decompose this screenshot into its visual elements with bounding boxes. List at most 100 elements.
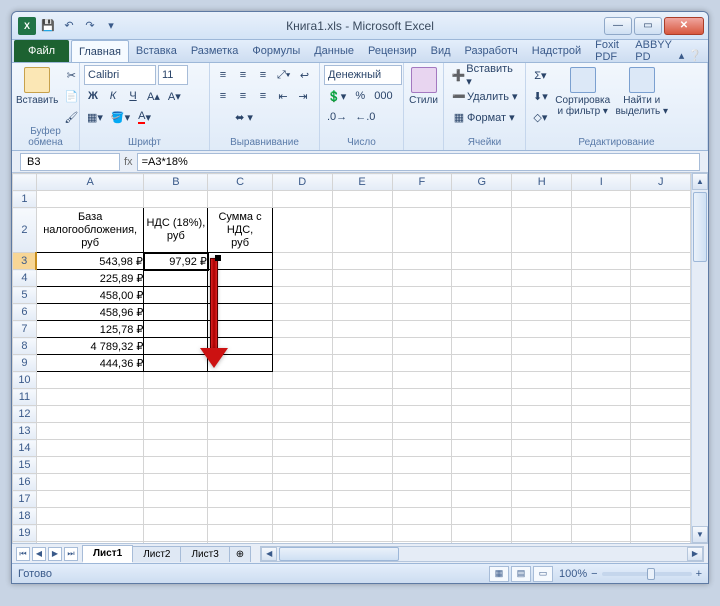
- tab-foxit[interactable]: Foxit PDF: [588, 40, 628, 62]
- orientation-icon[interactable]: ⤢▾: [274, 65, 293, 85]
- row-header[interactable]: 13: [13, 423, 37, 440]
- align-center-icon[interactable]: ≡: [234, 86, 252, 106]
- cell-b3-active[interactable]: 97,92 ₽: [144, 253, 208, 270]
- fill-handle[interactable]: [215, 255, 221, 261]
- number-format-combo[interactable]: Денежный: [324, 65, 402, 85]
- name-box[interactable]: B3: [20, 153, 120, 171]
- percent-icon[interactable]: %: [351, 86, 369, 106]
- font-color-icon[interactable]: A▾: [135, 107, 154, 127]
- underline-button[interactable]: Ч: [124, 86, 142, 106]
- file-tab[interactable]: Файл: [14, 40, 69, 62]
- row-header[interactable]: 4: [13, 270, 37, 287]
- paste-button[interactable]: Вставить: [16, 65, 58, 106]
- header-cell-b2[interactable]: НДС (18%), руб: [144, 208, 208, 253]
- row-header[interactable]: 3: [13, 253, 37, 270]
- clear-icon[interactable]: ◇▾: [530, 107, 551, 127]
- save-icon[interactable]: 💾: [39, 17, 57, 35]
- scroll-right-icon[interactable]: ▶: [687, 547, 703, 561]
- tab-nav-first-icon[interactable]: ⏮: [16, 547, 30, 561]
- tab-abbyy[interactable]: ABBYY PD: [628, 40, 679, 62]
- row-header[interactable]: 7: [13, 321, 37, 338]
- row-header[interactable]: 20: [13, 542, 37, 544]
- delete-cells-button[interactable]: ➖Удалить ▾: [448, 86, 522, 106]
- col-header-e[interactable]: E: [332, 174, 392, 191]
- tab-addins[interactable]: Надстрой: [525, 40, 588, 62]
- wrap-text-icon[interactable]: ↩: [295, 65, 313, 85]
- row-header[interactable]: 19: [13, 525, 37, 542]
- copy-icon[interactable]: 📄: [61, 86, 81, 106]
- view-layout-icon[interactable]: ▤: [511, 566, 531, 582]
- tab-data[interactable]: Данные: [307, 40, 361, 62]
- row-header[interactable]: 8: [13, 338, 37, 355]
- sheet-tab-3[interactable]: Лист3: [180, 546, 229, 562]
- tab-home[interactable]: Главная: [71, 40, 129, 62]
- fill-icon[interactable]: ⬇▾: [530, 86, 551, 106]
- new-sheet-icon[interactable]: ⊕: [229, 546, 251, 562]
- close-button[interactable]: ✕: [664, 17, 704, 35]
- grow-font-icon[interactable]: A▴: [144, 86, 163, 106]
- find-select-button[interactable]: Найти и выделить ▾: [615, 65, 669, 117]
- cut-icon[interactable]: ✂: [61, 65, 81, 85]
- horizontal-scrollbar[interactable]: ◀ ▶: [260, 546, 704, 562]
- increase-indent-icon[interactable]: ⇥: [294, 86, 312, 106]
- minimize-button[interactable]: —: [604, 17, 632, 35]
- col-header-a[interactable]: A: [36, 174, 144, 191]
- align-bottom-icon[interactable]: ≡: [254, 65, 272, 85]
- bold-button[interactable]: Ж: [84, 86, 102, 106]
- row-header[interactable]: 16: [13, 474, 37, 491]
- sort-filter-button[interactable]: Сортировка и фильтр ▾: [554, 65, 612, 117]
- shrink-font-icon[interactable]: A▾: [165, 86, 184, 106]
- row-header[interactable]: 17: [13, 491, 37, 508]
- tab-nav-prev-icon[interactable]: ◀: [32, 547, 46, 561]
- row-header[interactable]: 10: [13, 372, 37, 389]
- font-name-combo[interactable]: Calibri: [84, 65, 156, 85]
- col-header-i[interactable]: I: [572, 174, 631, 191]
- fill-color-icon[interactable]: 🪣▾: [108, 107, 133, 127]
- zoom-level[interactable]: 100%: [559, 568, 587, 580]
- align-left-icon[interactable]: ≡: [214, 86, 232, 106]
- tab-nav-next-icon[interactable]: ▶: [48, 547, 62, 561]
- tab-developer[interactable]: Разработч: [458, 40, 525, 62]
- row-header[interactable]: 6: [13, 304, 37, 321]
- scroll-up-icon[interactable]: ▲: [692, 173, 708, 190]
- row-header[interactable]: 2: [13, 208, 37, 253]
- currency-icon[interactable]: 💲▾: [324, 86, 349, 106]
- row-header[interactable]: 1: [13, 191, 37, 208]
- sheet-tab-1[interactable]: Лист1: [82, 545, 133, 563]
- row-header[interactable]: 11: [13, 389, 37, 406]
- row-header[interactable]: 12: [13, 406, 37, 423]
- formula-input[interactable]: =A3*18%: [137, 153, 700, 171]
- qat-dropdown-icon[interactable]: ▾: [102, 17, 120, 35]
- tab-insert[interactable]: Вставка: [129, 40, 184, 62]
- comma-icon[interactable]: 000: [371, 86, 395, 106]
- header-cell-a2[interactable]: База налогообложения, руб: [36, 208, 144, 253]
- insert-cells-button[interactable]: ➕Вставить ▾: [448, 65, 522, 85]
- increase-decimal-icon[interactable]: .0→: [324, 107, 350, 127]
- row-header[interactable]: 18: [13, 508, 37, 525]
- col-header-c[interactable]: C: [208, 174, 272, 191]
- tab-nav-last-icon[interactable]: ⏭: [64, 547, 78, 561]
- decrease-decimal-icon[interactable]: ←.0: [352, 107, 378, 127]
- header-cell-c2[interactable]: Сумма с НДС, руб: [208, 208, 272, 253]
- sheet-tab-2[interactable]: Лист2: [132, 546, 181, 562]
- vertical-scrollbar[interactable]: ▲ ▼: [691, 173, 708, 543]
- decrease-indent-icon[interactable]: ⇤: [274, 86, 292, 106]
- scroll-down-icon[interactable]: ▼: [692, 526, 708, 543]
- tab-view[interactable]: Вид: [424, 40, 458, 62]
- format-cells-button[interactable]: ▦Формат ▾: [448, 107, 522, 127]
- col-header-g[interactable]: G: [452, 174, 512, 191]
- scroll-thumb[interactable]: [693, 192, 707, 262]
- col-header-f[interactable]: F: [392, 174, 452, 191]
- scroll-left-icon[interactable]: ◀: [261, 547, 277, 561]
- view-pagebreak-icon[interactable]: ▭: [533, 566, 553, 582]
- grid[interactable]: A B C D E F G H I J 1 2 База налогооблож…: [12, 173, 691, 543]
- align-right-icon[interactable]: ≡: [254, 86, 272, 106]
- redo-icon[interactable]: ↷: [81, 17, 99, 35]
- col-header-b[interactable]: B: [144, 174, 208, 191]
- hscroll-thumb[interactable]: [279, 547, 399, 561]
- row-header[interactable]: 5: [13, 287, 37, 304]
- undo-icon[interactable]: ↶: [60, 17, 78, 35]
- zoom-slider[interactable]: [602, 572, 692, 576]
- select-all-corner[interactable]: [13, 174, 37, 191]
- align-top-icon[interactable]: ≡: [214, 65, 232, 85]
